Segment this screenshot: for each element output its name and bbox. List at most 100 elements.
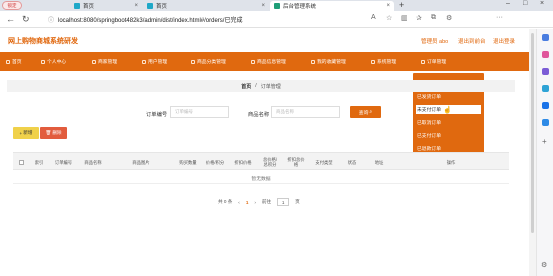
- shopping-icon[interactable]: [542, 51, 549, 58]
- outlook-icon[interactable]: [542, 119, 549, 126]
- tab-home-2[interactable]: 首页 ×: [143, 1, 269, 11]
- dropdown-item-unpaid[interactable]: 未支付订单 ☝: [416, 105, 481, 114]
- breadcrumb-home[interactable]: 首页: [241, 83, 251, 90]
- search-icon: ⌕: [369, 109, 373, 115]
- table-empty-text: 暂无数据: [13, 174, 509, 184]
- browser-tab-bar: 锁定 首页 × 首页 × 后台管理系统 × + – □ ×: [0, 0, 553, 11]
- maximize-icon[interactable]: □: [523, 0, 527, 7]
- th-total-price: 总价格/总积分: [262, 157, 278, 167]
- page-number[interactable]: 1: [246, 200, 249, 205]
- system-icon: [371, 59, 375, 64]
- hand-cursor-icon: ☝: [443, 106, 452, 114]
- pagination: 共 0 条 ‹ 1 › 前往 1 页: [218, 197, 300, 207]
- read-aloud-icon[interactable]: A: [371, 14, 376, 21]
- th-status: 状态: [347, 159, 357, 165]
- extensions-icon[interactable]: ⚙: [446, 14, 452, 22]
- close-tab-icon[interactable]: ×: [134, 3, 138, 9]
- close-tab-icon[interactable]: ×: [261, 3, 265, 9]
- th-operations: 操作: [446, 159, 456, 165]
- tab-home-1[interactable]: 首页 ×: [70, 1, 142, 11]
- add-sidebar-app-icon[interactable]: +: [542, 137, 547, 146]
- sidebar-settings-icon[interactable]: ⚙: [541, 261, 547, 269]
- more-menu-icon[interactable]: ···: [496, 14, 503, 21]
- home-icon: [6, 59, 10, 64]
- menu-item-system[interactable]: 系统管理: [371, 58, 396, 65]
- th-price: 价格/积分: [205, 159, 225, 165]
- browser-sidebar: + ⚙: [536, 29, 553, 276]
- collections-icon[interactable]: ⧉: [431, 14, 436, 22]
- th-order-no: 订单编号: [54, 159, 73, 165]
- minimize-icon[interactable]: –: [506, 0, 510, 7]
- close-tab-icon[interactable]: ×: [386, 3, 390, 9]
- goods-name-label: 商品名称: [248, 112, 270, 118]
- favorites-icon[interactable]: ✰: [416, 14, 422, 22]
- profile-button[interactable]: 锁定: [2, 1, 22, 10]
- menu-item-users[interactable]: 用户管理: [142, 58, 167, 65]
- menu-item-home[interactable]: 首页: [6, 58, 22, 65]
- favorite-icon: [311, 59, 315, 64]
- address-bar-row: ← ↻ ⓘ localhost:8080/springboot482k3/adm…: [0, 11, 553, 28]
- new-tab-button[interactable]: +: [399, 0, 404, 10]
- scrollbar-thumb[interactable]: [531, 33, 534, 233]
- order-no-input[interactable]: 订单编号: [170, 106, 229, 118]
- goods-name-input[interactable]: 商品名称: [271, 106, 340, 118]
- site-title: 网上购物商城系统研发: [8, 38, 78, 45]
- goto-label: 前往: [261, 199, 272, 204]
- breadcrumb-current: 订单管理: [260, 83, 281, 90]
- delete-button[interactable]: 🗑 删除: [40, 127, 67, 139]
- total-count: 共 0 条: [218, 199, 233, 204]
- menu-item-merchant[interactable]: 商家管理: [92, 58, 117, 65]
- goto-page-input[interactable]: 1: [277, 198, 290, 206]
- category-icon: [191, 59, 195, 64]
- order-no-label: 订单编号: [146, 112, 168, 118]
- table-header: 索引 订单编号 商品名称 商品图片 购买数量 价格/积分 折扣价格 总价格/总积…: [13, 152, 509, 170]
- th-discount-total: 折扣总价格: [287, 157, 305, 167]
- select-all-checkbox[interactable]: [13, 153, 30, 171]
- breadcrumb-separator: /: [255, 83, 257, 89]
- dropdown-item-shipped[interactable]: 已发货订单: [416, 92, 481, 101]
- menu-item-orders[interactable]: 订单管理: [421, 58, 446, 65]
- menu-item-profile[interactable]: 个人中心: [41, 58, 66, 65]
- exit-to-front-link[interactable]: 退出到前台: [458, 37, 486, 45]
- th-goods-image: 商品图片: [132, 159, 150, 165]
- back-icon[interactable]: ←: [6, 14, 15, 24]
- search-button[interactable]: 查询 ⌕: [350, 106, 381, 118]
- merchant-icon: [92, 59, 96, 64]
- menu-item-category[interactable]: 商品分类管理: [191, 58, 226, 65]
- logout-link[interactable]: 退出登录: [493, 37, 515, 45]
- page-scrollbar[interactable]: [529, 29, 536, 276]
- refresh-icon[interactable]: ↻: [22, 14, 30, 24]
- th-discount-price: 折扣价格: [234, 159, 252, 165]
- current-user: 管理员 abo: [421, 39, 449, 45]
- split-screen-icon[interactable]: ▥: [401, 14, 408, 22]
- users-icon: [142, 59, 146, 64]
- prev-page-button[interactable]: ‹: [238, 200, 240, 205]
- tab-favicon-icon: [74, 3, 80, 9]
- menu-item-favorites[interactable]: 我的收藏管理: [311, 58, 346, 65]
- dropdown-item-paid[interactable]: 已支付订单: [416, 131, 481, 140]
- site-header: 网上购物商城系统研发 管理员 abo 退出到前台 退出登录: [0, 29, 529, 50]
- add-button[interactable]: + 新增: [13, 127, 39, 139]
- user-icon: [41, 59, 45, 64]
- breadcrumb: 首页 / 订单管理: [7, 80, 515, 92]
- tab-admin-system[interactable]: 后台管理系统 ×: [270, 1, 394, 11]
- th-quantity: 购买数量: [179, 159, 197, 165]
- th-goods-name: 商品名称: [84, 159, 102, 165]
- favorite-star-icon[interactable]: ☆: [386, 14, 392, 22]
- dropdown-item-cancelled[interactable]: 已取消订单: [416, 118, 481, 127]
- office-icon[interactable]: [542, 102, 549, 109]
- top-menu: 首页 个人中心 商家管理 用户管理 商品分类管理 商品信息管理 我的收藏管理 系…: [0, 52, 529, 71]
- orders-icon: [421, 59, 425, 64]
- info-icon: ⓘ: [48, 18, 55, 24]
- url-field[interactable]: ⓘ localhost:8080/springboot482k3/admin/d…: [48, 14, 408, 25]
- games-icon[interactable]: [542, 85, 549, 92]
- search-sidebar-icon[interactable]: [542, 34, 549, 41]
- trash-icon: 🗑: [45, 130, 52, 135]
- tab-favicon-icon: [274, 3, 280, 9]
- th-address: 地址: [374, 159, 384, 165]
- tools-icon[interactable]: [542, 68, 549, 75]
- window-close-icon[interactable]: ×: [540, 0, 544, 7]
- th-pay-type: 支付类型: [315, 159, 333, 165]
- next-page-button[interactable]: ›: [254, 200, 256, 205]
- menu-item-goods[interactable]: 商品信息管理: [251, 58, 286, 65]
